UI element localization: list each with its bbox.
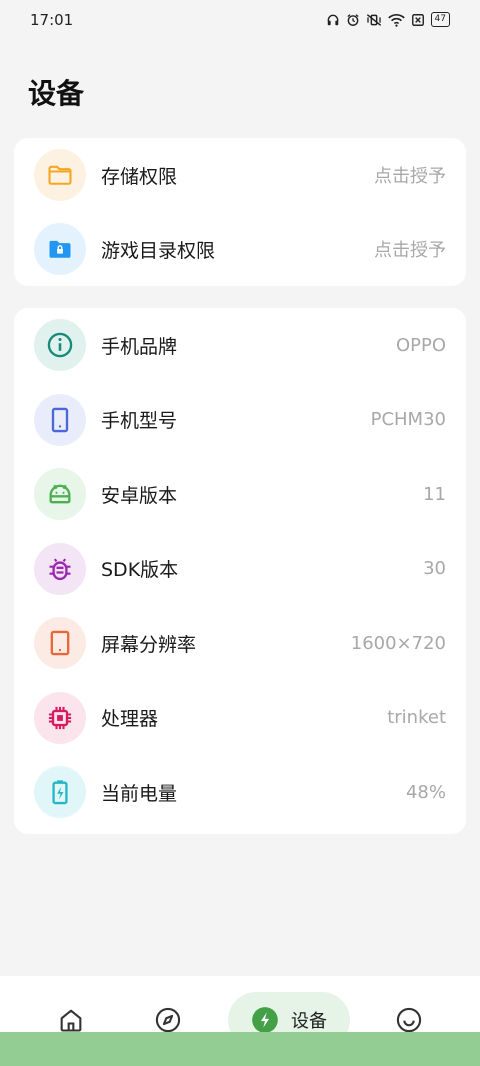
vibrate-off-icon [366, 13, 381, 26]
model-label: 手机型号 [101, 410, 178, 433]
processor-icon-circle [34, 691, 86, 744]
battery-icon-circle [34, 766, 86, 819]
brand-value: OPPO [395, 334, 446, 356]
status-time: 17:01 [30, 11, 74, 29]
model-value: PCHM30 [370, 409, 446, 431]
processor-row: 处理器 trinket [14, 681, 466, 756]
battery-row: 当前电量 48% [14, 755, 466, 830]
game-dir-permission-grant[interactable]: 点击授予 [374, 236, 446, 262]
resolution-label: 屏幕分辨率 [101, 633, 197, 656]
sdk-icon-circle [34, 542, 86, 595]
brand-icon-circle [34, 319, 86, 372]
resolution-value: 1600×720 [350, 632, 446, 654]
status-icons: 47 [326, 12, 450, 27]
android-version-label: 安卓版本 [101, 484, 178, 507]
device-info-card: 手机品牌 OPPO 手机型号 PCHM30 安卓版本 11 SDK版本 30 屏… [14, 308, 466, 834]
game-dir-permission-row[interactable]: 游戏目录权限 点击授予 [14, 212, 466, 286]
processor-value: trinket [387, 707, 446, 729]
status-bar: 17:01 47 [0, 0, 480, 40]
battery-value: 48% [405, 781, 446, 803]
game-dir-icon-circle [34, 223, 86, 275]
alarm-icon [346, 13, 359, 26]
sdk-version-row: SDK版本 30 [14, 532, 466, 607]
model-icon-circle [34, 393, 86, 446]
folder-lock-icon [49, 240, 71, 258]
lightning-icon [252, 1007, 278, 1033]
home-icon [60, 1009, 82, 1032]
game-dir-permission-label: 游戏目录权限 [101, 239, 216, 262]
battery-charging-icon [52, 780, 68, 805]
sdk-version-label: SDK版本 [101, 559, 179, 582]
folder-icon [48, 165, 72, 185]
smile-icon [396, 1007, 422, 1033]
permissions-card: 存储权限 点击授予 游戏目录权限 点击授予 [14, 138, 466, 286]
bug-icon [49, 558, 71, 580]
phone-icon [51, 407, 69, 432]
chip-icon [48, 706, 72, 729]
tablet-icon [50, 631, 70, 656]
page-title: 设备 [28, 77, 85, 110]
bottom-green-bar [0, 1032, 480, 1066]
sdk-version-value: 30 [423, 558, 446, 580]
nav-device-label: 设备 [291, 1011, 327, 1032]
compass-icon [155, 1007, 181, 1033]
wifi-icon [387, 13, 405, 27]
android-version-row: 安卓版本 11 [14, 457, 466, 532]
storage-icon-circle [34, 149, 86, 201]
info-icon [47, 333, 73, 358]
model-row: 手机型号 PCHM30 [14, 383, 466, 458]
brand-label: 手机品牌 [101, 335, 178, 358]
storage-permission-row[interactable]: 存储权限 点击授予 [14, 138, 466, 212]
brand-row: 手机品牌 OPPO [14, 308, 466, 383]
storage-permission-grant[interactable]: 点击授予 [374, 162, 446, 188]
resolution-icon-circle [34, 617, 86, 670]
android-icon [49, 484, 71, 504]
resolution-row: 屏幕分辨率 1600×720 [14, 606, 466, 681]
battery-label: 当前电量 [101, 782, 178, 805]
storage-permission-label: 存储权限 [101, 165, 178, 188]
battery-indicator: 47 [430, 12, 450, 27]
no-sim-icon [411, 13, 424, 26]
processor-label: 处理器 [101, 708, 159, 731]
android-version-value: 11 [423, 483, 446, 505]
headphones-icon [327, 14, 338, 25]
android-icon-circle [34, 468, 86, 521]
